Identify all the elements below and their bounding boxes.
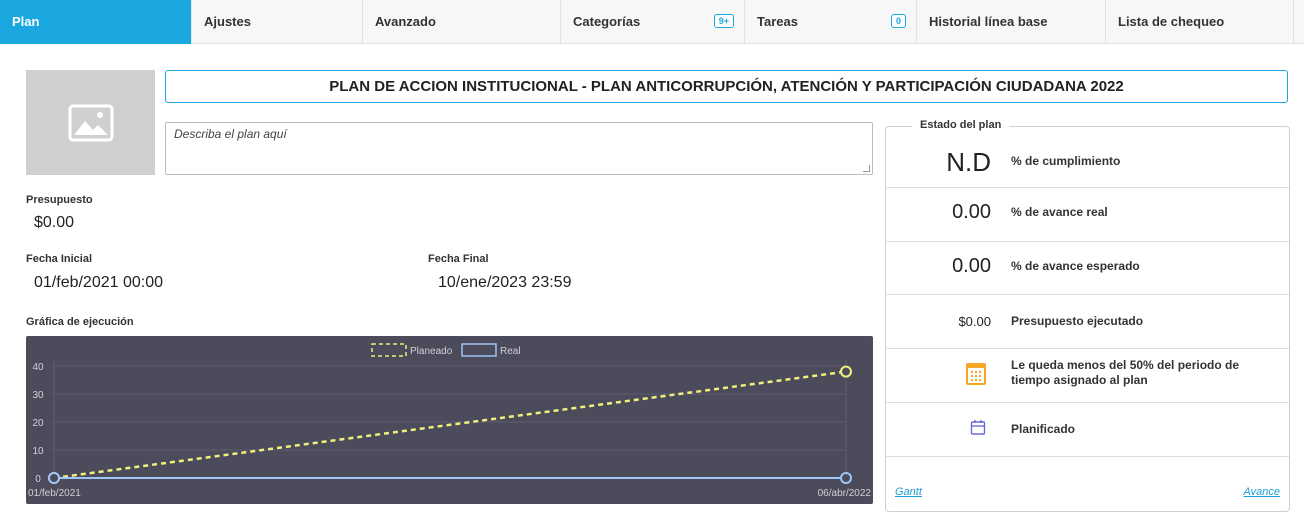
series-line-planeado (53, 370, 847, 480)
plan-image-placeholder[interactable] (26, 70, 155, 175)
resize-handle-icon[interactable] (863, 165, 870, 172)
count-badge: 0 (890, 14, 906, 28)
compliance-label: % de cumplimiento (1011, 154, 1121, 168)
legend-swatch-real (461, 343, 497, 357)
y-tick-label: 10 (32, 446, 44, 457)
status-title: Estado del plan (912, 119, 1010, 131)
real-progress-label: % de avance real (1011, 205, 1108, 219)
tab-label: Tareas (757, 14, 798, 29)
end-date-label: Fecha Final (428, 253, 489, 265)
expected-progress-label: % de avance esperado (1011, 259, 1140, 273)
legend-label: Planeado (410, 346, 453, 357)
data-point-real (840, 472, 852, 484)
x-tick-label: 06/abr/2022 (818, 488, 872, 499)
data-point-planeado (840, 365, 852, 378)
plan-status-panel: Estado del plan N.D % de cumplimiento 0.… (885, 119, 1290, 512)
compliance-value: N.D (946, 147, 991, 177)
legend-label: Real (500, 346, 521, 357)
planned-state-icon (970, 420, 986, 435)
budget-value: $0.00 (34, 214, 75, 231)
calendar-icon (966, 363, 986, 385)
execution-chart-svg: 0 10 20 30 40 01/feb/2021 06/abr/2022 Planeado R… (28, 343, 872, 499)
budget-label: Presupuesto (26, 194, 93, 206)
tab-categorias[interactable]: Categorías 9+ (561, 0, 745, 44)
tab-avanzado[interactable]: Avanzado (363, 0, 561, 44)
y-tick-label: 40 (32, 362, 44, 373)
tab-plan[interactable]: Plan (0, 0, 192, 44)
y-tick-label: 30 (32, 390, 44, 401)
x-tick-label: 01/feb/2021 (28, 488, 81, 499)
budget-executed-value: $0.00 (958, 314, 991, 329)
y-tick-label: 0 (35, 474, 41, 485)
status-row-period: Le queda menos del 50% del periodo de ti… (886, 349, 1289, 403)
y-tick-label: 20 (32, 418, 44, 429)
tab-ajustes[interactable]: Ajustes (192, 0, 363, 44)
tab-bar: Plan Ajustes Avanzado Categorías 9+ Tarea… (0, 0, 1304, 44)
tab-label: Avanzado (375, 14, 436, 29)
start-date-label: Fecha Inicial (26, 253, 93, 265)
tab-tareas[interactable]: Tareas 0 (745, 0, 917, 44)
expected-progress-value: 0.00 (952, 255, 991, 277)
end-date-value[interactable]: 10/ene/2023 23:59 (438, 274, 571, 292)
tab-label: Historial línea base (929, 14, 1048, 29)
count-badge: 9+ (713, 14, 734, 28)
plan-title-text: PLAN DE ACCION INSTITUCIONAL - PLAN ANTI… (329, 78, 1124, 95)
tab-label: Lista de chequeo (1118, 14, 1225, 29)
tab-historial[interactable]: Historial línea base (917, 0, 1106, 44)
tab-label: Ajustes (204, 14, 251, 29)
description-placeholder: Describa el plan aquí (174, 127, 287, 141)
tab-label: Plan (12, 14, 40, 29)
period-message: Le queda menos del 50% del periodo de ti… (1011, 358, 1240, 387)
tab-label: Categorías (573, 14, 641, 29)
gantt-link[interactable]: Gantt (895, 486, 922, 498)
plan-title[interactable]: PLAN DE ACCION INSTITUCIONAL - PLAN ANTI… (165, 70, 1288, 103)
budget-executed-label: Presupuesto ejecutado (1011, 314, 1144, 328)
status-row-real: 0.00 % de avance real (886, 188, 1289, 242)
real-progress-value: 0.00 (952, 201, 991, 223)
image-icon (68, 104, 113, 141)
start-date-value[interactable]: 01/feb/2021 00:00 (34, 274, 163, 292)
tab-lista-chequeo[interactable]: Lista de chequeo (1106, 0, 1294, 44)
status-row-state: Planificado (886, 403, 1289, 457)
data-point-real (48, 472, 60, 484)
avance-link[interactable]: Avance (1244, 486, 1281, 498)
state-label: Planificado (1011, 422, 1076, 436)
chart-label: Gráfica de ejecución (26, 316, 134, 328)
status-row-compliance: N.D % de cumplimiento (886, 135, 1289, 188)
legend-swatch-planeado (371, 343, 407, 357)
execution-chart: 0 10 20 30 40 01/feb/2021 06/abr/2022 Planeado R… (26, 336, 873, 504)
status-row-budget: $0.00 Presupuesto ejecutado (886, 295, 1289, 349)
description-textarea[interactable]: Describa el plan aquí (165, 122, 873, 175)
status-row-expected: 0.00 % de avance esperado (886, 242, 1289, 295)
